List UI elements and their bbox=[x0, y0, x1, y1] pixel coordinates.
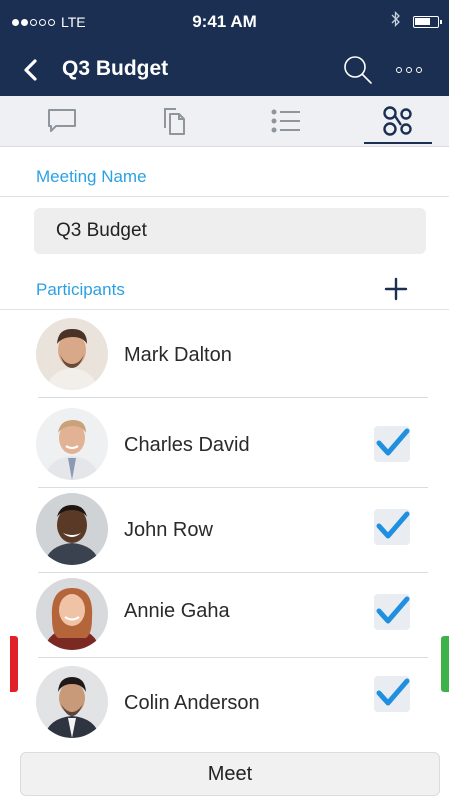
meeting-name-input[interactable] bbox=[34, 208, 426, 254]
tab-bar bbox=[0, 96, 449, 147]
checkmark-icon bbox=[376, 428, 410, 456]
row-divider bbox=[38, 397, 428, 398]
search-icon bbox=[344, 56, 372, 84]
meet-button[interactable]: Meet bbox=[20, 752, 440, 796]
more-horizontal-icon bbox=[396, 67, 402, 73]
row-divider bbox=[38, 657, 428, 658]
tab-list[interactable] bbox=[246, 96, 326, 146]
checkmark-icon bbox=[376, 678, 410, 706]
side-tab-right[interactable] bbox=[441, 636, 449, 692]
nav-bar: Q3 Budget bbox=[0, 44, 449, 96]
row-divider bbox=[38, 572, 428, 573]
status-time: 9:41 AM bbox=[192, 12, 257, 31]
battery-icon bbox=[413, 15, 442, 28]
participant-row[interactable]: John Row bbox=[0, 489, 449, 573]
more-dot bbox=[406, 67, 412, 73]
participant-name: Charles David bbox=[124, 434, 250, 456]
participant-checkbox[interactable] bbox=[374, 676, 410, 712]
search-button[interactable] bbox=[342, 54, 374, 86]
tab-chat[interactable] bbox=[22, 96, 102, 146]
more-button[interactable] bbox=[396, 58, 432, 82]
participant-row[interactable]: Annie Gaha bbox=[0, 574, 449, 658]
divider bbox=[0, 309, 449, 310]
tab-documents[interactable] bbox=[134, 96, 214, 146]
divider bbox=[0, 196, 449, 197]
participant-row[interactable]: Mark Dalton bbox=[0, 312, 449, 396]
participant-row[interactable]: Colin Anderson bbox=[0, 662, 449, 746]
avatar bbox=[36, 578, 108, 650]
chat-bubble-icon bbox=[48, 109, 76, 132]
participant-name: Colin Anderson bbox=[124, 692, 260, 714]
chevron-left-icon bbox=[24, 59, 37, 81]
side-tab-left[interactable] bbox=[10, 636, 18, 692]
participant-row[interactable]: Charles David bbox=[0, 402, 449, 486]
participant-checkbox[interactable] bbox=[374, 594, 410, 630]
page-title: Q3 Budget bbox=[62, 57, 169, 80]
copy-document-icon bbox=[164, 108, 185, 135]
add-participant-button[interactable] bbox=[380, 273, 412, 305]
status-bar: LTE 9:41 AM bbox=[0, 0, 449, 44]
meeting-name-label: Meeting Name bbox=[36, 167, 147, 186]
more-dot bbox=[416, 67, 422, 73]
participant-checkbox[interactable] bbox=[374, 509, 410, 545]
status-right bbox=[391, 10, 442, 32]
participants-network-icon bbox=[383, 106, 412, 136]
avatar bbox=[36, 408, 108, 480]
avatar bbox=[36, 666, 108, 738]
avatar bbox=[36, 493, 108, 565]
list-icon bbox=[271, 109, 300, 133]
participant-name: Mark Dalton bbox=[124, 344, 232, 366]
battery-level bbox=[415, 17, 430, 25]
tab-participants[interactable] bbox=[358, 96, 438, 146]
plus-icon bbox=[384, 277, 408, 301]
back-button[interactable] bbox=[18, 54, 48, 86]
participant-name: Annie Gaha bbox=[124, 600, 230, 622]
bluetooth-icon bbox=[391, 10, 401, 32]
participants-label: Participants bbox=[36, 280, 125, 299]
avatar bbox=[36, 318, 108, 390]
participant-name: John Row bbox=[124, 519, 213, 541]
row-divider bbox=[38, 487, 428, 488]
checkmark-icon bbox=[376, 511, 410, 539]
participant-checkbox[interactable] bbox=[374, 426, 410, 462]
checkmark-icon bbox=[376, 596, 410, 624]
